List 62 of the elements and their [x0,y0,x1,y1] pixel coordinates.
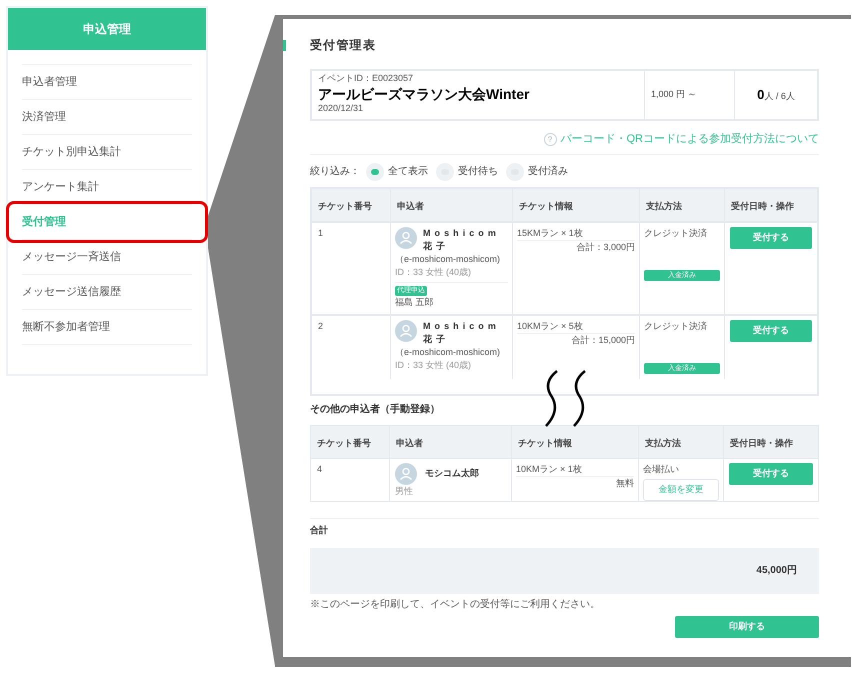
applicant-info: ID：33 女性 (40歳) [395,266,472,279]
section-title: その他の申込者（手動登録） [310,402,441,416]
applicant-info: ID：33 女性 (40歳) [395,358,472,372]
filter-option-label: 全て表示 [388,164,428,179]
avatar-icon [395,462,417,484]
ticket-item: 15KMラン × 1枚 [517,226,635,241]
column-header: チケット情報 [518,438,572,448]
column-header: チケット番号 [318,200,372,210]
ticket-total: 合計：15,000円 [571,334,635,347]
applicant-name: Moshicom 花子 [423,320,501,346]
help-icon: ? [544,132,556,146]
event-price: 1,000 円 ～ [651,88,697,102]
filter-label: 絞り込み： [310,164,360,179]
filter-option-label: 受付待ち [458,164,498,179]
column-header: 受付日時・操作 [730,438,793,448]
total-label: 合計 [310,524,329,537]
ticket-number: 4 [317,464,322,474]
sidebar-item[interactable]: メッセージ一斉送信 [22,248,121,266]
radio-button[interactable] [366,162,384,180]
ticket-item: 10KMラン × 1枚 [516,462,634,477]
payment-method: クレジット決済 [644,226,708,240]
payment-method: クレジット決済 [644,320,708,332]
column-header: 支払方法 [646,200,682,210]
column-header: 申込者 [397,200,424,210]
column-header: 支払方法 [645,438,681,448]
total-amount: 45,000円 [756,564,797,578]
participant-count: 0人 / 6人 [757,86,795,104]
filter-option-label: 受付済み [528,164,568,179]
ticket-total: 無料 [616,477,634,490]
payment-method: 会場払い [643,462,680,476]
print-note: ※このページを印刷して、イベントの受付等にご利用ください。 [310,598,601,612]
applicant-email: （e-moshicom-moshicom) [395,252,502,266]
radio-button[interactable] [506,162,524,180]
column-header: 申込者 [396,438,423,448]
radio-button[interactable] [436,162,454,180]
avatar-icon [395,320,417,342]
column-header: チケット情報 [519,200,573,210]
ticket-number: 2 [318,320,324,330]
event-date: 2020/12/31 [318,102,364,114]
applicant-name: モシコム太郎 [425,466,479,480]
ticket-item: 10KMラン × 5枚 [517,320,635,334]
event-name: アールビーズマラソン大会Winter [318,86,530,102]
column-header: 受付日時・操作 [731,200,794,210]
applicant-email: （e-moshicom-moshicom) [395,346,502,358]
sidebar-item[interactable]: 申込者管理 [22,74,77,90]
accent-bar [283,40,286,50]
sidebar-item[interactable]: チケット別申込集計 [22,144,121,160]
section-title: 受付管理表 [310,37,376,54]
applicant-gender: 男性 [395,484,414,498]
proxy-name: 福島 五郎 [395,296,434,309]
sidebar-item[interactable]: 無断不参加者管理 [22,318,110,336]
sidebar-item[interactable]: アンケート集計 [22,178,99,196]
sidebar-item[interactable]: メッセージ送信履歴 [22,284,121,300]
avatar-icon [395,226,417,248]
event-id: イベントID：E0023057 [318,72,414,85]
applicant-name: Moshicom 花子 [423,226,501,252]
column-header: チケット番号 [317,438,371,448]
break-mark-drawing [545,370,586,427]
sidebar-header: 申込管理 [8,8,206,50]
sidebar-item[interactable]: 決済管理 [22,108,66,126]
ticket-number: 1 [318,228,324,238]
ticket-total: 合計：3,000円 [576,241,635,254]
